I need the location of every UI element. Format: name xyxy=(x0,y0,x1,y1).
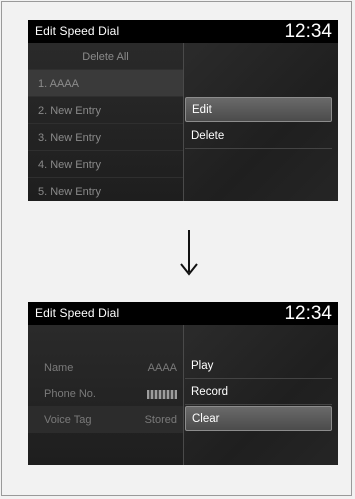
title-bar: Edit Speed Dial 12:34 xyxy=(28,20,338,43)
edit-speed-dial-screen-list: Edit Speed Dial 12:34 Delete All 1. AAAA… xyxy=(28,20,338,201)
play-option[interactable]: Play xyxy=(185,354,332,379)
screen-title: Edit Speed Dial xyxy=(35,24,120,38)
list-item-5[interactable]: 5. New Entry xyxy=(28,178,183,201)
options-pane xyxy=(184,43,338,201)
list-item-label: 1. AAAA xyxy=(38,78,79,90)
list-item-label: Delete All xyxy=(82,51,129,63)
field-label: Phone No. xyxy=(44,388,96,400)
list-item-label: 2. New Entry xyxy=(38,105,101,117)
field-label: Voice Tag xyxy=(44,414,92,426)
field-value: Stored xyxy=(144,414,177,426)
list-item-4[interactable]: 4. New Entry xyxy=(28,151,183,178)
edit-speed-dial-screen-detail: Edit Speed Dial 12:34 Name AAAA Phone No… xyxy=(28,302,338,465)
list-item-label: 3. New Entry xyxy=(38,132,101,144)
name-field: Name AAAA xyxy=(28,354,183,381)
clock: 12:34 xyxy=(284,21,332,42)
option-label: Play xyxy=(191,360,214,372)
edit-option[interactable]: Edit xyxy=(185,97,332,122)
list-item-2[interactable]: 2. New Entry xyxy=(28,97,183,124)
clear-option[interactable]: Clear xyxy=(185,406,332,431)
phone-field: Phone No. xyxy=(28,380,183,407)
screen-title: Edit Speed Dial xyxy=(35,306,120,320)
option-label: Clear xyxy=(192,413,220,425)
voice-tag-field: Voice Tag Stored xyxy=(28,406,183,433)
field-label: Name xyxy=(44,362,74,374)
masked-phone-number xyxy=(147,388,177,400)
option-label: Edit xyxy=(192,104,212,116)
field-value: AAAA xyxy=(147,362,177,374)
list-item-3[interactable]: 3. New Entry xyxy=(28,124,183,151)
list-item-1[interactable]: 1. AAAA xyxy=(28,70,183,97)
record-option[interactable]: Record xyxy=(185,380,332,405)
figure-frame: Edit Speed Dial 12:34 Delete All 1. AAAA… xyxy=(1,1,352,496)
title-bar: Edit Speed Dial 12:34 xyxy=(28,302,338,325)
list-item-label: 4. New Entry xyxy=(38,159,101,171)
clock: 12:34 xyxy=(284,303,332,324)
option-label: Delete xyxy=(191,130,225,142)
option-label: Record xyxy=(191,386,229,398)
delete-option[interactable]: Delete xyxy=(185,124,332,149)
list-item-delete-all[interactable]: Delete All xyxy=(28,43,183,70)
list-item-label: 5. New Entry xyxy=(38,186,101,198)
down-arrow-icon xyxy=(180,230,198,276)
